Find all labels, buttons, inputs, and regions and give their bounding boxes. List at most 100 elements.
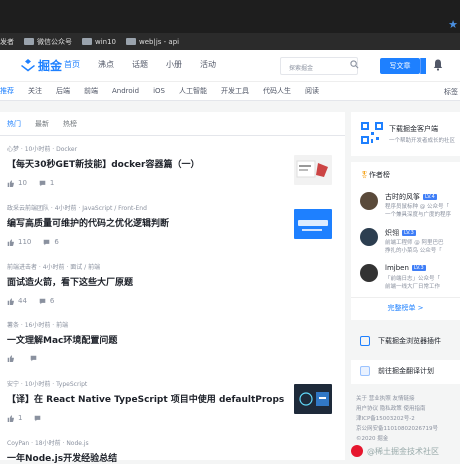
author-name[interactable]: 炽翎 LV.3	[385, 228, 416, 238]
like-count: 110	[18, 238, 32, 246]
avatar[interactable]	[360, 228, 378, 246]
bell-icon[interactable]	[433, 59, 443, 71]
bookmark-star-icon[interactable]: ★	[448, 18, 458, 31]
category-ai[interactable]: 人工智能	[179, 86, 207, 96]
like-count: 1	[18, 414, 23, 422]
article-title[interactable]: 一年Node.js开发经验总结	[7, 451, 337, 464]
medal-icon: 🎖	[360, 171, 369, 179]
full-ranking-link[interactable]: 完整榜单 >	[351, 297, 460, 313]
nav-topics[interactable]: 话题	[132, 59, 148, 70]
author-name[interactable]: 古时的风筝 LV.4	[385, 192, 437, 202]
write-article-button[interactable]: 写文章	[380, 58, 426, 74]
nav-events[interactable]: 活动	[200, 59, 216, 70]
list-item[interactable]: 政采云前端团队 · 4小时前 · JavaScript / Front-End …	[7, 203, 337, 246]
nav-home[interactable]: 首页	[64, 59, 80, 70]
category-android[interactable]: Android	[112, 87, 139, 95]
category-following[interactable]: 关注	[28, 86, 42, 96]
search-input[interactable]: 探索掘金	[280, 57, 358, 75]
browser-extension-label: 下载掘金浏览器插件	[378, 337, 441, 345]
juejin-logo-icon	[21, 58, 35, 71]
author-row[interactable]: 古时的风筝 LV.4 程序员鼠标种 @ 公众号「 一个兼具深度与广度的程序	[360, 192, 460, 222]
comment-button[interactable]	[30, 355, 41, 362]
comment-button[interactable]: 6	[43, 238, 59, 246]
thumb-up-icon	[7, 297, 14, 305]
thumb-up-icon	[7, 179, 14, 187]
nav-pins[interactable]: 沸点	[98, 59, 114, 70]
comment-icon	[35, 415, 41, 421]
list-item[interactable]: 安宁 · 10小时前 · TypeScript 【译】在 React Nativ…	[7, 379, 337, 422]
download-app-card[interactable]: 下载掘金客户端 一个帮助开发者成长的社区	[351, 112, 460, 156]
comment-count: 6	[49, 297, 55, 305]
download-desc: 一个帮助开发者成长的社区	[389, 138, 456, 144]
article-title[interactable]: 一文理解Mac环境配置问题	[7, 333, 337, 346]
author-desc: 前端工程师 @ 阿里巴巴 挣扎的小菜鸟 公众号「	[385, 238, 444, 254]
author-desc: 程序员鼠标种 @ 公众号「 一个兼具深度与广度的程序	[385, 202, 451, 218]
bookmark-folder[interactable]: win10	[82, 38, 116, 46]
browser-extension-link[interactable]: 下载掘金浏览器插件	[360, 336, 441, 346]
avatar[interactable]	[360, 192, 378, 210]
tab-hot[interactable]: 热门	[7, 119, 21, 129]
footer-line[interactable]: 京公网安备11010802026719号	[356, 424, 438, 434]
tab-ranking[interactable]: 热榜	[63, 119, 77, 129]
folder-icon	[82, 38, 92, 45]
author-row[interactable]: lmjben LV.3 「前端日志」公众号「 前端一线大厂日常工作	[360, 264, 460, 294]
logo[interactable]: 掘金	[20, 57, 62, 74]
comment-button[interactable]	[34, 414, 45, 422]
footer-line[interactable]: 用户协议 隐私政策 使用指南	[356, 404, 438, 414]
write-dropdown-caret[interactable]	[420, 58, 426, 74]
article-meta: 心梦 · 10小时前 · Docker	[7, 146, 78, 153]
footer-line[interactable]: 津ICP备15003202号-2	[356, 414, 438, 424]
translate-link: 前往掘金翻译计划	[360, 366, 434, 376]
like-button[interactable]: 1	[7, 414, 22, 422]
category-backend[interactable]: 后端	[56, 86, 70, 96]
author-desc-line: 程序员鼠标种 @ 公众号「	[385, 204, 449, 210]
like-count: 44	[18, 297, 27, 305]
article-thumbnail[interactable]	[294, 209, 332, 239]
category-codelife[interactable]: 代码人生	[263, 86, 291, 96]
article-title[interactable]: 面试造火箭，看下这些大厂原题	[7, 275, 337, 288]
author-name[interactable]: lmjben LV.3	[385, 264, 426, 272]
watermark-text: @稀土掘金技术社区	[367, 446, 439, 456]
tab-latest[interactable]: 最新	[35, 119, 49, 129]
category-recommend[interactable]: 推荐	[0, 86, 14, 96]
comment-icon	[39, 298, 46, 304]
list-item[interactable]: 心梦 · 10小时前 · Docker 【每天30秒GET新技能】docker容…	[7, 144, 337, 187]
like-button[interactable]: 110	[7, 238, 31, 246]
like-button[interactable]: 44	[7, 297, 27, 305]
qr-code-icon	[360, 121, 384, 145]
article-feed: 热门 最新 热榜 心梦 · 10小时前 · Docker 【每天30秒GET新技…	[0, 112, 345, 464]
translate-card[interactable]: 前往掘金翻译计划	[351, 360, 460, 384]
footer-line[interactable]: 关于 营业执照 友情链接	[356, 394, 438, 404]
category-frontend[interactable]: 前端	[84, 86, 98, 96]
bookmark-label: 微信公众号	[37, 37, 72, 46]
author-desc: 「前端日志」公众号「 前端一线大厂日常工作	[385, 274, 440, 290]
article-title[interactable]: 【每天30秒GET新技能】docker容器篇（一）	[7, 157, 337, 170]
author-row[interactable]: 炽翎 LV.3 前端工程师 @ 阿里巴巴 挣扎的小菜鸟 公众号「	[360, 228, 460, 258]
article-thumbnail[interactable]	[294, 155, 332, 185]
category-reading[interactable]: 阅读	[305, 86, 319, 96]
list-item[interactable]: 前端进击者 · 4小时前 · 面试 / 前端 面试造火箭，看下这些大厂原题 44…	[7, 262, 337, 305]
weibo-icon[interactable]	[351, 445, 363, 457]
comment-button[interactable]: 1	[39, 179, 54, 187]
article-thumbnail[interactable]	[294, 384, 332, 414]
bookmark-item[interactable]: 发者	[0, 37, 14, 47]
thumb-up-icon	[7, 414, 14, 422]
article-title[interactable]: 【译】在 React Native TypeScript 项目中使用 defau…	[7, 392, 292, 405]
author-name-text: 古时的风筝	[385, 193, 420, 201]
avatar[interactable]	[360, 264, 378, 282]
comment-button[interactable]: 6	[39, 297, 54, 305]
folder-icon	[126, 38, 137, 45]
bookmark-folder[interactable]: web|js - api	[126, 38, 179, 46]
category-devtools[interactable]: 开发工具	[221, 86, 249, 96]
tags-link[interactable]: 标签	[444, 87, 458, 97]
article-title[interactable]: 编写高质量可维护的代码之优化逻辑判断	[7, 216, 337, 229]
list-item[interactable]: CoyPan · 18小时前 · Node.js 一年Node.js开发经验总结	[7, 438, 337, 464]
like-button[interactable]	[7, 355, 18, 362]
nav-books[interactable]: 小册	[166, 59, 182, 70]
like-button[interactable]: 10	[7, 179, 27, 187]
category-ios[interactable]: iOS	[153, 87, 165, 95]
bookmark-folder[interactable]: 微信公众号	[24, 37, 72, 47]
search-icon[interactable]	[350, 60, 359, 69]
translate-label: 前往掘金翻译计划	[378, 367, 434, 375]
list-item[interactable]: 薯条 · 16小时前 · 前端 一文理解Mac环境配置问题	[7, 320, 337, 362]
